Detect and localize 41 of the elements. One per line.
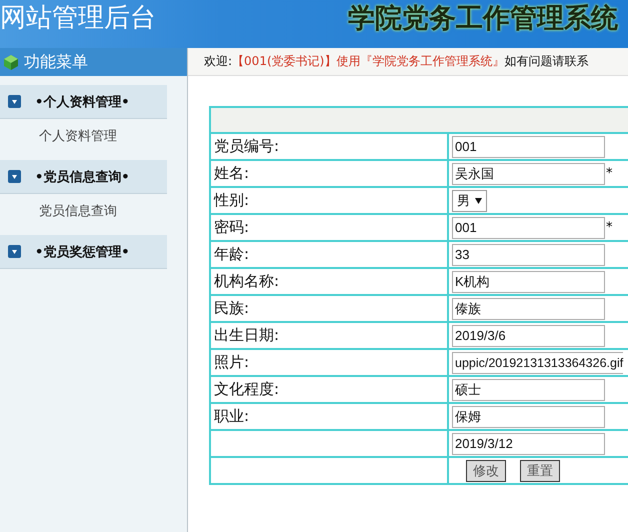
field-label: 照片:	[214, 353, 250, 371]
field-label: 姓名:	[214, 164, 250, 182]
input-field[interactable]: 33	[452, 244, 605, 266]
caret-icon	[475, 198, 482, 204]
input-field[interactable]: 傣族	[452, 298, 605, 320]
expand-icon	[8, 245, 21, 258]
select-field[interactable]: 男	[452, 190, 487, 212]
field-label: 机构名称:	[214, 272, 280, 290]
input-field[interactable]: 001	[452, 216, 605, 238]
input-field[interactable]: 2019/3/6	[452, 324, 605, 346]
field-label: 出生日期:	[214, 326, 280, 344]
cube-icon	[4, 54, 18, 70]
menu-group-header[interactable]: •党员信息查询•	[0, 160, 167, 194]
field-label: 党员编号:	[214, 137, 280, 155]
field-label: 职业:	[214, 407, 250, 425]
field-label: 文化程度:	[214, 380, 280, 398]
system-title: 学院党务工作管理系统	[348, 2, 618, 36]
input-field[interactable]: 硕士	[452, 378, 605, 400]
menu-item[interactable]: 党员信息查询	[0, 198, 187, 226]
input-field[interactable]: 保姆	[452, 406, 605, 428]
input-field[interactable]: uppic/20192131313364326.gif	[452, 352, 624, 374]
site-title: 网站管理后台	[0, 2, 156, 34]
field-label: 性别:	[214, 191, 250, 209]
input-field[interactable]: 001	[452, 136, 605, 158]
input-field[interactable]: K机构	[452, 270, 605, 292]
field-label: 民族:	[214, 299, 250, 317]
menu-title: 功能菜单	[24, 52, 88, 72]
form-button[interactable]: 修改	[466, 460, 506, 482]
menu-item[interactable]: 个人资料管理	[0, 123, 187, 151]
menu-group-header[interactable]: •党员奖惩管理•	[0, 235, 167, 269]
form-button[interactable]: 重置	[520, 460, 560, 482]
required-mark: *	[606, 166, 612, 181]
expand-icon	[8, 95, 21, 108]
required-mark: *	[606, 220, 612, 235]
field-label: 年龄:	[214, 245, 250, 263]
input-field[interactable]: 吴永国	[452, 162, 605, 184]
input-field[interactable]: 2019/3/12	[452, 432, 605, 454]
menu-group-header[interactable]: •个人资料管理•	[0, 85, 167, 119]
field-label: 密码:	[214, 218, 250, 236]
expand-icon	[8, 170, 21, 183]
welcome-message: 欢迎:【001(党委书记)】使用『学院党务工作管理系统』如有问题请联系	[188, 48, 628, 76]
